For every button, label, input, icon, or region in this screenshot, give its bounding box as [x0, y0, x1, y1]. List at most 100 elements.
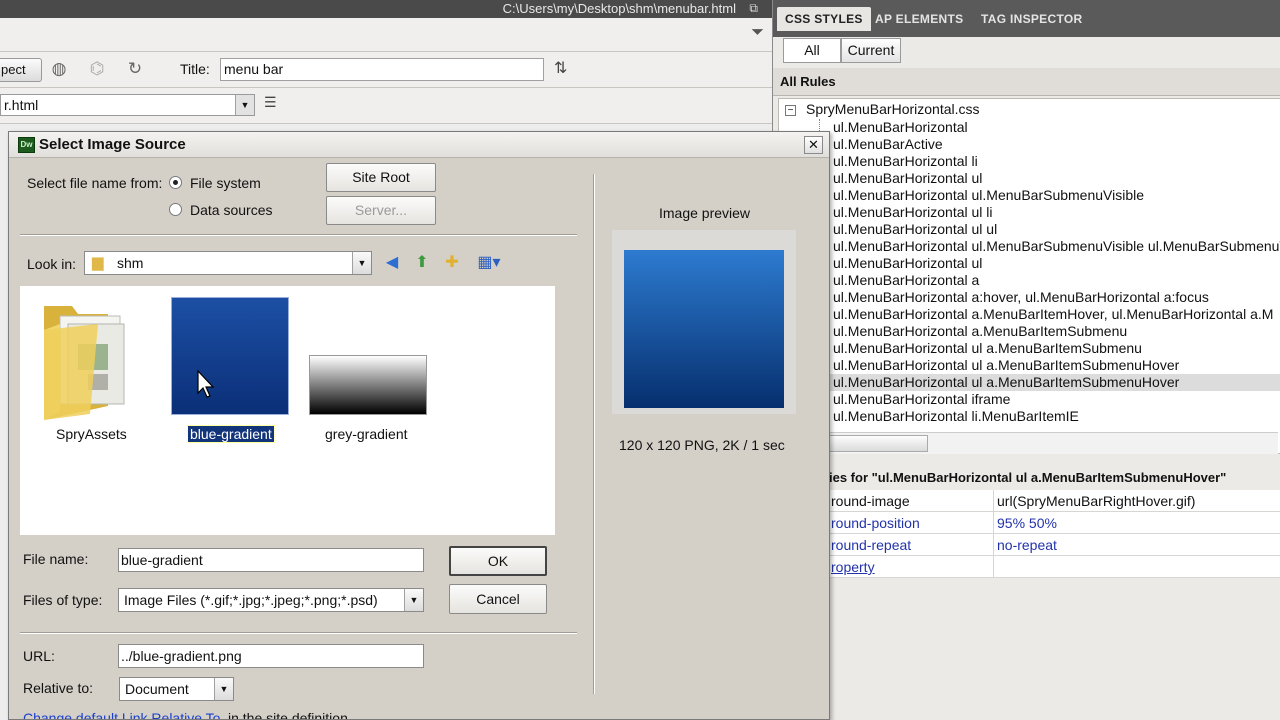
rule-item[interactable]: ul.MenuBarHorizontal ul	[833, 170, 982, 187]
rule-item[interactable]: ul.MenuBarHorizontal ul.MenuBarSubmenuVi…	[833, 187, 1144, 204]
mouse-cursor-icon	[197, 369, 215, 398]
rule-item[interactable]: ul.MenuBarHorizontal li.MenuBarItemIE	[833, 408, 1079, 425]
data-sources-label: Data sources	[190, 202, 273, 218]
rule-item[interactable]: ul.MenuBarHorizontal a.MenuBarItemHover,…	[833, 306, 1273, 323]
dialog-title-bar: Dw Select Image Source ✕	[9, 132, 829, 158]
rule-item[interactable]: ul.MenuBarHorizontal a:hover, ul.MenuBar…	[833, 289, 1209, 306]
rule-item[interactable]: ul.MenuBarHorizontal iframe	[833, 391, 1010, 408]
property-name: round-repeat	[831, 537, 912, 553]
rule-item[interactable]: ul.MenuBarHorizontal	[833, 119, 968, 136]
folder-icon	[44, 306, 125, 420]
property-name: round-position	[831, 515, 920, 531]
rule-item[interactable]: ul.MenuBarHorizontal ul a.MenuBarItemSub…	[833, 340, 1142, 357]
rule-item[interactable]: ul.MenuBarHorizontal a.MenuBarItemSubmen…	[833, 323, 1127, 340]
add-property-row[interactable]: roperty	[773, 556, 1280, 578]
collapse-icon[interactable]: −	[785, 105, 796, 116]
site-root-button[interactable]: Site Root	[326, 163, 436, 192]
restore-icon[interactable]: ⧉	[749, 1, 758, 16]
dreamweaver-logo-icon: Dw	[18, 137, 35, 153]
relative-to-value: Document	[125, 681, 189, 697]
folder-icon: ▆	[92, 254, 104, 271]
data-sources-radio[interactable]	[169, 203, 182, 216]
grey-gradient-thumbnail	[309, 355, 427, 415]
stylesheet-node[interactable]: − SpryMenuBarHorizontal.css	[785, 101, 980, 117]
property-row[interactable]: round-repeat no-repeat	[773, 534, 1280, 556]
tab-tag-inspector[interactable]: TAG INSPECTOR	[973, 7, 1090, 31]
file-list[interactable]: SpryAssets blue-gradient grey-gradient	[20, 286, 555, 535]
rules-horizontal-scrollbar[interactable]	[778, 432, 1278, 454]
css-styles-panel: CSS STYLES AP ELEMENTS TAG INSPECTOR All…	[772, 0, 1280, 720]
blue-gradient-thumbnail	[171, 297, 289, 415]
document-strip: ⏷	[0, 18, 772, 52]
stylesheet-name: SpryMenuBarHorizontal.css	[806, 101, 980, 117]
title-input[interactable]: menu bar	[220, 58, 544, 81]
property-row[interactable]: round-image url(SpryMenuBarRightHover.gi…	[773, 490, 1280, 512]
rule-item[interactable]: ul.MenuBarHorizontal a	[833, 272, 979, 289]
refresh-icon[interactable]: ↻	[124, 58, 146, 80]
ok-button[interactable]: OK	[449, 546, 547, 576]
tab-ap-elements[interactable]: AP ELEMENTS	[867, 7, 971, 31]
url-input[interactable]: ../blue-gradient.png	[118, 644, 424, 668]
rule-item[interactable]: ul.MenuBarHorizontal ul a.MenuBarItemSub…	[833, 357, 1179, 374]
separator	[20, 632, 577, 634]
file-name-input[interactable]: blue-gradient	[118, 548, 424, 572]
relative-to-label: Relative to:	[23, 680, 94, 696]
relative-to-select[interactable]: Document ▼	[119, 677, 234, 701]
rule-item[interactable]: ul.MenuBarHorizontal ul ul	[833, 221, 997, 238]
file-management-icon[interactable]: ⇅	[554, 58, 567, 78]
look-in-label: Look in:	[27, 256, 77, 272]
chevron-down-icon[interactable]: ▼	[235, 95, 254, 115]
file-system-label: File system	[190, 175, 261, 191]
url-label: URL:	[23, 648, 55, 664]
chevron-down-icon[interactable]: ▼	[404, 589, 423, 611]
tab-css-styles[interactable]: CSS STYLES	[777, 7, 871, 31]
server-button: Server...	[326, 196, 436, 225]
look-in-select[interactable]: ▆ shm ▼	[84, 251, 372, 275]
inspect-button[interactable]: pect	[0, 58, 42, 82]
rule-item[interactable]: ul.MenuBarHorizontal ul li	[833, 204, 993, 221]
rules-tree[interactable]: − SpryMenuBarHorizontal.css ul.MenuBarHor…	[778, 98, 1280, 454]
property-value[interactable]: no-repeat	[997, 537, 1057, 553]
separator	[20, 234, 577, 236]
image-preview	[624, 250, 784, 408]
select-from-label: Select file name from:	[27, 175, 163, 191]
document-title-bar: C:\Users\my\Desktop\shm\menubar.html ⧉	[0, 0, 772, 18]
close-button[interactable]: ✕	[804, 136, 823, 154]
dialog-title: Select Image Source	[39, 136, 186, 153]
change-default-link[interactable]: Change default Link Relative To	[23, 710, 220, 719]
image-info: 120 x 120 PNG, 2K / 1 sec	[619, 437, 785, 453]
address-input[interactable]: r.html ▼	[0, 94, 255, 116]
change-link-suffix: in the site definition.	[228, 710, 352, 720]
property-value[interactable]: url(SpryMenuBarRightHover.gif)	[997, 493, 1195, 509]
cancel-button[interactable]: Cancel	[449, 584, 547, 614]
property-value[interactable]: 95% 50%	[997, 515, 1057, 531]
rule-item-selected[interactable]: ul.MenuBarHorizontal ul a.MenuBarItemSub…	[783, 374, 1280, 391]
properties-title: ies for "ul.MenuBarHorizontal ul a.MenuB…	[829, 470, 1227, 485]
globe-icon[interactable]: ◍	[48, 58, 70, 80]
property-row[interactable]: round-position 95% 50%	[773, 512, 1280, 534]
files-of-type-value: Image Files (*.gif;*.jpg;*.jpeg;*.png;*.…	[124, 592, 378, 608]
chevron-down-icon[interactable]: ▼	[214, 678, 233, 700]
file-name-selected: blue-gradient	[187, 425, 275, 443]
up-folder-icon[interactable]: ⬆	[411, 253, 433, 275]
view-menu-icon[interactable]: ▦▾	[474, 253, 504, 275]
add-property-link[interactable]: roperty	[831, 559, 875, 575]
rule-item[interactable]: ul.MenuBarHorizontal ul.MenuBarSubmenuVi…	[833, 238, 1280, 255]
new-folder-icon[interactable]: ✚	[441, 253, 463, 275]
rule-item[interactable]: ul.MenuBarHorizontal li	[833, 153, 978, 170]
all-rules-header: All Rules	[773, 68, 1280, 96]
options-menu-icon[interactable]: ☰	[264, 94, 277, 111]
filter-icon[interactable]: ⏷	[751, 24, 764, 42]
document-toolbar: pect ◍ ⌬ ↻ Title: menu bar ⇅	[0, 52, 772, 88]
files-of-type-label: Files of type:	[23, 592, 103, 608]
segment-current[interactable]: Current	[841, 38, 901, 63]
file-system-radio[interactable]	[169, 176, 182, 189]
preview-disabled-icon: ⌬	[89, 59, 105, 78]
rule-item[interactable]: ul.MenuBarHorizontal ul	[833, 255, 982, 272]
segment-all[interactable]: All	[783, 38, 841, 63]
chevron-down-icon[interactable]: ▼	[352, 252, 371, 274]
document-path: C:\Users\my\Desktop\shm\menubar.html	[502, 1, 736, 16]
back-icon[interactable]: ◀	[381, 253, 403, 275]
rule-item[interactable]: ul.MenuBarActive	[833, 136, 943, 153]
files-of-type-select[interactable]: Image Files (*.gif;*.jpg;*.jpeg;*.png;*.…	[118, 588, 424, 612]
